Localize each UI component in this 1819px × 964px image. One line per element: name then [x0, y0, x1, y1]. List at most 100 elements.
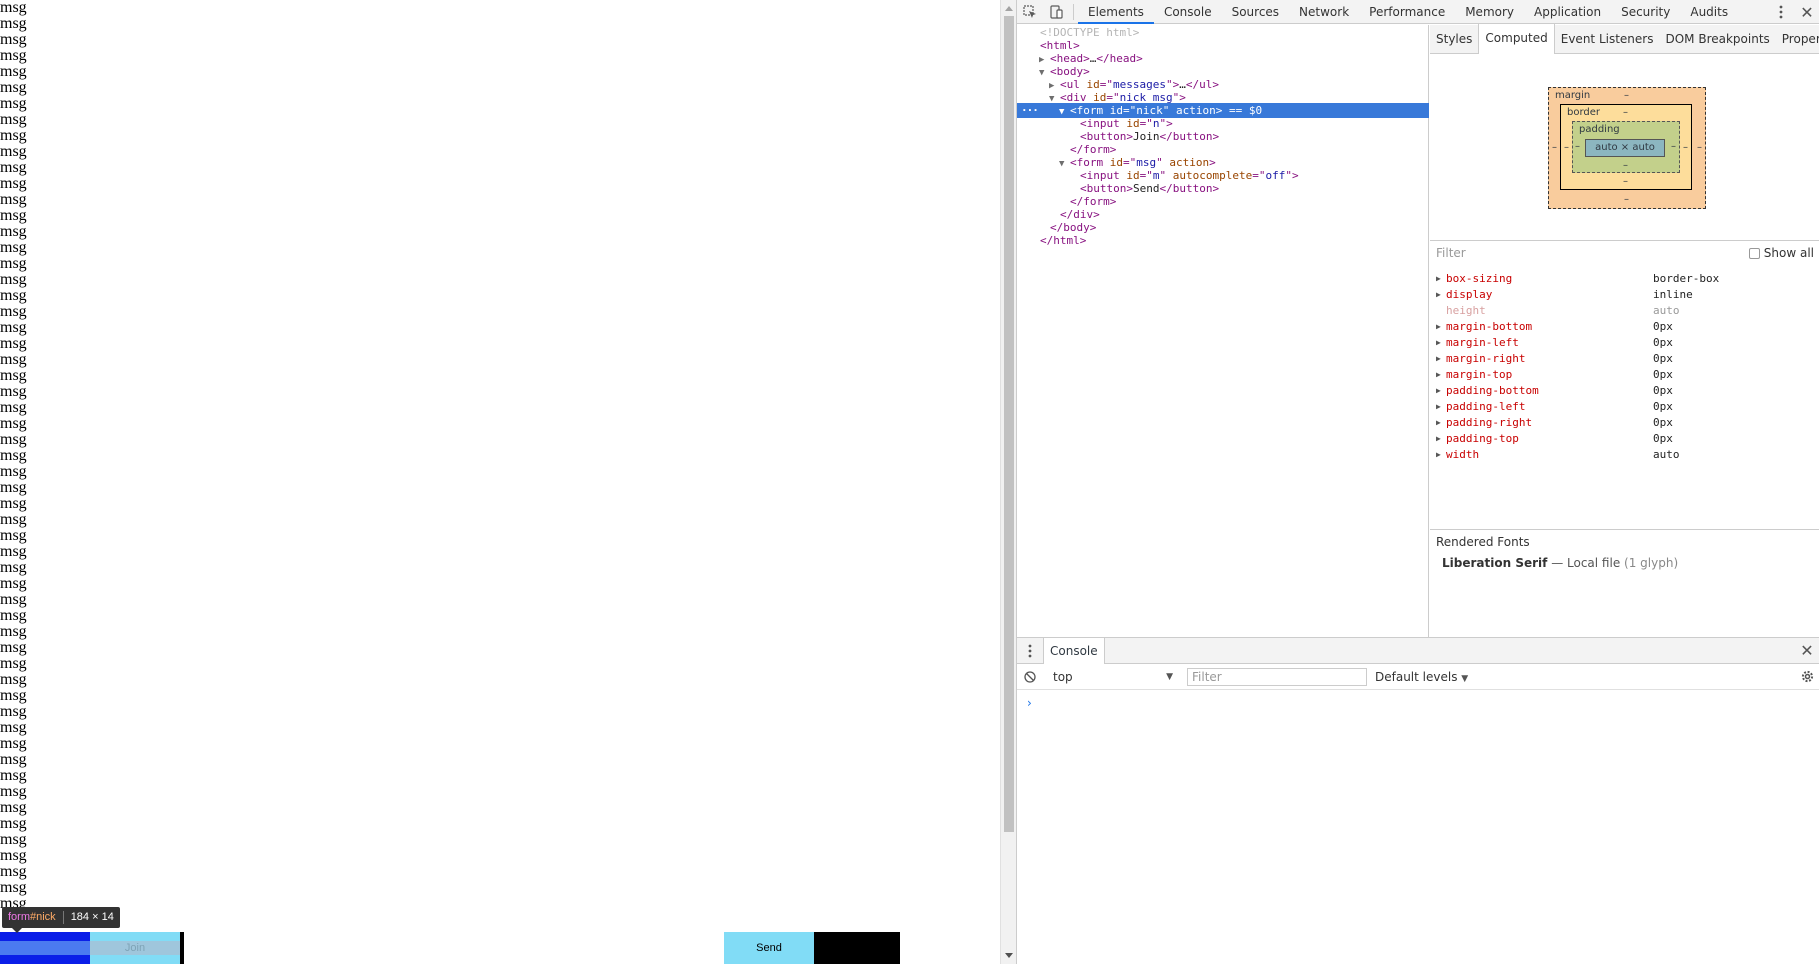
- console-filter-input[interactable]: Filter: [1187, 667, 1367, 686]
- msg-form-trailing-block: [814, 932, 900, 964]
- message-item: msg: [0, 895, 27, 912]
- border-top-value: –: [1623, 107, 1628, 118]
- computed-property[interactable]: ▶ width auto: [1430, 447, 1819, 463]
- show-all-checkbox[interactable]: [1748, 247, 1760, 259]
- message-item: msg: [0, 367, 27, 384]
- computed-property[interactable]: ▶ padding-left 0px: [1430, 399, 1819, 415]
- message-item: msg: [0, 159, 27, 176]
- computed-property[interactable]: ▶ box-sizing border-box: [1430, 271, 1819, 287]
- margin-top-value: –: [1624, 90, 1629, 101]
- tab-application[interactable]: Application: [1524, 0, 1611, 24]
- computed-property[interactable]: ▶ padding-bottom 0px: [1430, 383, 1819, 399]
- devtools-toolbar: Elements Console Sources Network Performance…: [1017, 0, 1819, 24]
- expand-triangle-icon[interactable]: ▶: [1436, 351, 1441, 367]
- computed-property-name: height: [1446, 304, 1486, 317]
- send-button[interactable]: Send: [724, 932, 814, 964]
- message-item: msg: [0, 511, 27, 528]
- message-item: msg: [0, 447, 27, 464]
- computed-property[interactable]: ▶ margin-right 0px: [1430, 351, 1819, 367]
- computed-property-value: 0px: [1653, 432, 1673, 445]
- expand-triangle-icon[interactable]: ▶: [1436, 431, 1441, 447]
- message-item: msg: [0, 655, 27, 672]
- expand-triangle-icon[interactable]: ▶: [1436, 399, 1441, 415]
- clear-console-icon[interactable]: [1017, 665, 1043, 689]
- nick-form-edge: [180, 932, 184, 964]
- scroll-up-arrow-icon[interactable]: [1005, 6, 1013, 11]
- sidebar-tab-computed[interactable]: Computed: [1478, 24, 1555, 54]
- tab-sources[interactable]: Sources: [1222, 0, 1289, 24]
- computed-property-value: 0px: [1653, 320, 1673, 333]
- inspect-element-icon[interactable]: [1017, 0, 1043, 24]
- message-item: msg: [0, 463, 27, 480]
- message-item: msg: [0, 303, 27, 320]
- message-item: msg: [0, 63, 27, 80]
- console-context-select[interactable]: top ▼: [1049, 667, 1177, 687]
- sidebar-tab-properties[interactable]: Properties: [1776, 25, 1819, 54]
- computed-property[interactable]: ▶ margin-left 0px: [1430, 335, 1819, 351]
- expand-triangle-icon[interactable]: ▶: [1436, 335, 1441, 351]
- tab-performance[interactable]: Performance: [1359, 0, 1455, 24]
- message-item: msg: [0, 399, 27, 416]
- computed-properties: ▶ box-sizing border-box ▶ display inline heigh…: [1430, 271, 1819, 463]
- margin-bottom-value: –: [1624, 194, 1629, 205]
- computed-property-name: margin-right: [1446, 352, 1526, 365]
- sidebar-tab-dom-breakpoints[interactable]: DOM Breakpoints: [1659, 25, 1775, 54]
- computed-property-name: display: [1446, 288, 1493, 301]
- scroll-down-arrow-icon[interactable]: [1005, 953, 1013, 958]
- sidebar-tabs: Styles Computed Event Listeners DOM Breakpo…: [1430, 24, 1819, 54]
- expand-triangle-icon[interactable]: ▶: [1436, 447, 1441, 463]
- expand-triangle-icon[interactable]: ▶: [1436, 271, 1441, 287]
- message-item: msg: [0, 15, 27, 32]
- console-settings-gear-icon[interactable]: [1794, 665, 1819, 689]
- computed-property-name: padding-bottom: [1446, 384, 1539, 397]
- sidebar-tab-styles[interactable]: Styles: [1430, 25, 1478, 54]
- computed-property[interactable]: ▶ padding-right 0px: [1430, 415, 1819, 431]
- expand-triangle-icon[interactable]: ▶: [1436, 383, 1441, 399]
- chevron-down-icon: ▼: [1461, 673, 1469, 684]
- computed-property[interactable]: ▶ display inline: [1430, 287, 1819, 303]
- console-levels-select[interactable]: Default levels ▼: [1375, 670, 1468, 684]
- tab-audits[interactable]: Audits: [1680, 0, 1738, 24]
- expand-triangle-icon[interactable]: ▶: [1436, 319, 1441, 335]
- message-item: msg: [0, 479, 27, 496]
- close-drawer-icon[interactable]: ✕: [1794, 639, 1819, 663]
- rendered-font-sep: —: [1551, 556, 1564, 570]
- dom-node[interactable]: </html>: [1017, 233, 1429, 248]
- drawer-tab-console[interactable]: Console: [1043, 637, 1105, 664]
- message-item: msg: [0, 79, 27, 96]
- page-scrollbar[interactable]: [1000, 0, 1016, 964]
- device-toolbar-icon[interactable]: [1043, 0, 1069, 24]
- tab-console[interactable]: Console: [1154, 0, 1222, 24]
- page-viewport: msg msg msg msg msg msg msg msg msg msg msg msg msg m…: [0, 0, 1000, 964]
- expand-triangle-icon[interactable]: ▶: [1436, 367, 1441, 383]
- sidebar-tab-event-listeners[interactable]: Event Listeners: [1555, 25, 1660, 54]
- drawer-menu-icon[interactable]: [1017, 639, 1043, 663]
- elements-tree: <!DOCTYPE html> <html> ▶ <head>…</head> ▼ <bo…: [1017, 25, 1429, 662]
- box-model-padding: padding – – – auto × auto: [1572, 121, 1680, 173]
- expand-triangle-icon[interactable]: ▶: [1436, 415, 1441, 431]
- rendered-fonts-header[interactable]: Rendered Fonts: [1430, 529, 1819, 553]
- message-item: msg: [0, 31, 27, 48]
- elements-sidebar: Styles Computed Event Listeners DOM Breakpo…: [1430, 24, 1819, 637]
- message-item: msg: [0, 719, 27, 736]
- tab-elements[interactable]: Elements: [1078, 0, 1154, 24]
- join-button[interactable]: Join: [90, 941, 180, 955]
- panel-tabs: Elements Console Sources Network Performance…: [1078, 0, 1738, 24]
- console-prompt[interactable]: ›: [1027, 696, 1032, 710]
- expand-triangle-icon[interactable]: ▶: [1436, 287, 1441, 303]
- tab-memory[interactable]: Memory: [1455, 0, 1524, 24]
- computed-property[interactable]: ▶ margin-top 0px: [1430, 367, 1819, 383]
- message-item: msg: [0, 831, 27, 848]
- computed-property[interactable]: height auto: [1430, 303, 1819, 319]
- rendered-font-glyphs: (1 glyph): [1624, 556, 1679, 570]
- scrollbar-thumb[interactable]: [1004, 16, 1014, 832]
- tab-security[interactable]: Security: [1611, 0, 1680, 24]
- computed-property[interactable]: ▶ margin-bottom 0px: [1430, 319, 1819, 335]
- computed-filter-input[interactable]: Filter: [1436, 246, 1466, 260]
- more-options-icon[interactable]: [1768, 0, 1794, 24]
- computed-property-value: 0px: [1653, 384, 1673, 397]
- computed-property[interactable]: ▶ padding-top 0px: [1430, 431, 1819, 447]
- tab-network[interactable]: Network: [1289, 0, 1359, 24]
- close-devtools-icon[interactable]: ✕: [1794, 0, 1819, 24]
- show-all-toggle[interactable]: Show all: [1748, 246, 1814, 260]
